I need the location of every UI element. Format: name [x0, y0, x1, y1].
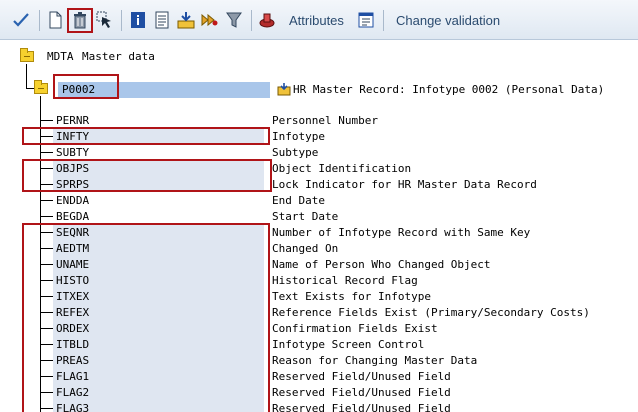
field-description: Changed On [272, 242, 339, 255]
filter-icon[interactable] [224, 10, 244, 30]
field-name: BEGDA [56, 210, 90, 223]
selected-node-description: HR Master Record: Infotype 0002 (Persona… [293, 83, 605, 96]
information-icon[interactable] [128, 10, 148, 30]
toolbar-separator [39, 10, 40, 31]
folder-icon[interactable] [34, 80, 48, 94]
application-toolbar: Attributes Change validation [0, 0, 638, 40]
field-description: Reserved Field/Unused Field [272, 386, 451, 399]
structure-tree: MDTA Master data P0002 HR Master Record:… [0, 40, 638, 412]
field-name: ENDDA [56, 194, 90, 207]
change-validation-button[interactable]: Change validation [396, 13, 500, 28]
tree-connector [40, 152, 53, 153]
field-name: PERNR [56, 114, 90, 127]
select-cursor-icon[interactable] [95, 10, 115, 30]
field-description: Infotype Screen Control [272, 338, 425, 351]
infty-row-highlight [22, 127, 270, 145]
field-description: Reserved Field/Unused Field [272, 402, 451, 412]
field-description: Name of Person Who Changed Object [272, 258, 491, 271]
tree-connector [26, 88, 34, 89]
toolbar-separator [121, 10, 122, 31]
tree-connector [26, 64, 27, 88]
table-row[interactable]: SUBTY Subtype [0, 144, 638, 160]
toolbar-separator [383, 10, 384, 31]
objps-sprps-highlight [22, 159, 272, 192]
field-description: Reference Fields Exist (Primary/Secondar… [272, 306, 590, 319]
field-description: Number of Infotype Record with Same Key [272, 226, 531, 239]
table-structure-icon [277, 81, 291, 96]
root-node-description: Master data [82, 50, 155, 63]
tree-connector [40, 216, 53, 217]
table-row[interactable]: PERNR Personnel Number [0, 112, 638, 128]
field-description: Object Identification [272, 162, 412, 175]
seqnr-group-highlight [22, 223, 270, 412]
field-description: Lock Indicator for HR Master Data Record [272, 178, 537, 191]
expand-all-icon[interactable] [199, 10, 219, 30]
p0002-highlight [53, 74, 119, 99]
field-description: Subtype [272, 146, 319, 159]
settings-document-icon[interactable] [356, 10, 376, 30]
display-document-icon[interactable] [152, 10, 172, 30]
field-description: Reserved Field/Unused Field [272, 370, 451, 383]
folder-icon[interactable] [20, 48, 34, 62]
field-description: Reason for Changing Master Data [272, 354, 478, 367]
attributes-button[interactable]: Attributes [289, 13, 344, 28]
tree-connector [40, 120, 53, 121]
field-description: Historical Record Flag [272, 274, 418, 287]
table-row[interactable]: BEGDA Start Date [0, 208, 638, 224]
toolbar-separator [251, 10, 252, 31]
hierarchy-import-icon[interactable] [176, 10, 196, 30]
field-description: Infotype [272, 130, 325, 143]
check-icon[interactable] [11, 10, 31, 30]
new-document-icon[interactable] [45, 10, 65, 30]
field-description: Personnel Number [272, 114, 378, 127]
delete-button-highlight [67, 8, 93, 33]
field-description: Text Exists for Infotype [272, 290, 431, 303]
root-node-name[interactable]: MDTA [47, 50, 74, 63]
field-description: End Date [272, 194, 325, 207]
field-name: SUBTY [56, 146, 90, 159]
attributes-icon[interactable] [257, 10, 277, 30]
field-description: Confirmation Fields Exist [272, 322, 438, 335]
field-description: Start Date [272, 210, 339, 223]
tree-connector [40, 200, 53, 201]
table-row[interactable]: ENDDA End Date [0, 192, 638, 208]
